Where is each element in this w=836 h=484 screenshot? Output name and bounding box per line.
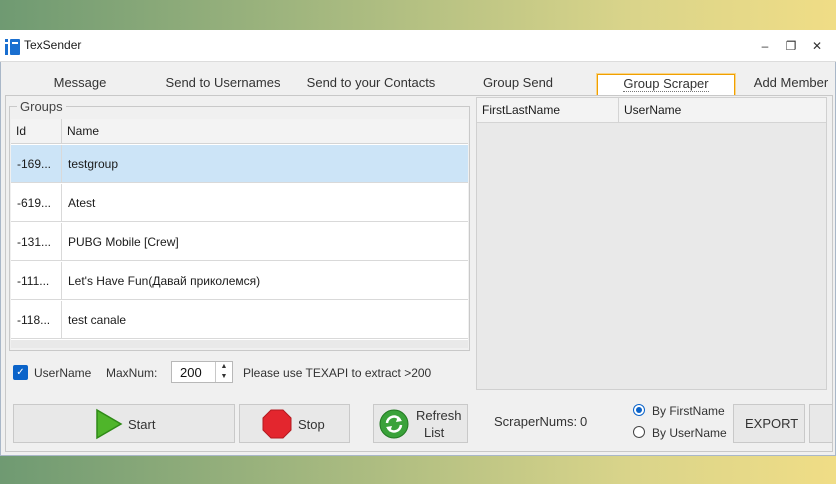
stepper-down-icon[interactable]: ▼	[215, 372, 232, 382]
column-header-firstlastname[interactable]: FirstLastName	[477, 98, 619, 122]
texapi-hint: Please use TEXAPI to extract >200	[243, 366, 432, 380]
groups-table-scroll-area[interactable]	[11, 340, 468, 348]
window-title: TexSender	[24, 38, 82, 52]
title-bar[interactable]	[0, 30, 836, 62]
table-row[interactable]: -131... PUBG Mobile [Crew]	[11, 223, 468, 261]
start-button-label: Start	[128, 417, 156, 432]
tab-group-scraper-label: Group Scraper	[623, 76, 709, 92]
table-row[interactable]: -111... Let's Have Fun(Давай приколемся)	[11, 262, 468, 300]
restore-icon[interactable]: ❐	[783, 38, 799, 54]
row-name: PUBG Mobile [Crew]	[68, 235, 179, 249]
stepper-up-icon[interactable]: ▲	[215, 362, 232, 372]
export-button[interactable]: EXPORT	[733, 404, 805, 443]
table-row[interactable]: -619... Atest	[11, 184, 468, 222]
groups-legend: Groups	[17, 99, 66, 114]
by-username-radio[interactable]	[633, 426, 645, 438]
tab-group-scraper[interactable]: Group Scraper	[597, 74, 735, 96]
by-firstname-radio[interactable]	[633, 404, 645, 416]
partial-button[interactable]	[809, 404, 833, 443]
export-button-label: EXPORT	[745, 416, 799, 431]
tab-send-to-contacts[interactable]: Send to your Contacts	[302, 74, 440, 96]
row-id: -111...	[11, 262, 62, 300]
row-name: Atest	[68, 196, 96, 210]
stop-button[interactable]: Stop	[239, 404, 350, 443]
refresh-label-line1: Refresh	[416, 408, 462, 423]
table-row[interactable]: -169... testgroup	[11, 145, 468, 183]
scraper-nums-value: 0	[580, 414, 588, 429]
row-id: -619...	[11, 184, 62, 222]
maxnum-label: MaxNum:	[106, 366, 158, 380]
column-header-username[interactable]: UserName	[619, 98, 826, 122]
start-button[interactable]: Start	[13, 404, 235, 443]
tab-send-to-usernames[interactable]: Send to Usernames	[162, 74, 284, 96]
table-row[interactable]: -118... test canale	[11, 301, 468, 339]
play-icon	[96, 408, 123, 440]
refresh-list-button[interactable]: Refresh List	[373, 404, 468, 443]
username-checkbox[interactable]: ✓	[13, 365, 28, 380]
by-username-label: By UserName	[652, 426, 727, 440]
tab-add-member[interactable]: Add Member	[748, 74, 834, 96]
row-name: test canale	[68, 313, 127, 327]
results-table[interactable]: FirstLastName UserName	[476, 97, 827, 390]
results-table-header: FirstLastName UserName	[477, 98, 826, 123]
username-checkbox-label: UserName	[34, 366, 92, 380]
row-name: testgroup	[68, 157, 119, 171]
close-icon[interactable]: ✕	[809, 38, 825, 54]
stop-button-label: Stop	[298, 417, 325, 432]
tab-message[interactable]: Message	[44, 74, 116, 96]
by-firstname-label: By FirstName	[652, 404, 725, 418]
column-header-name[interactable]: Name	[62, 119, 468, 143]
minimize-icon[interactable]: –	[757, 38, 773, 54]
maxnum-value: 200	[180, 365, 202, 380]
app-logo-icon	[5, 39, 20, 55]
refresh-label-line2: List	[424, 425, 445, 440]
row-id: -131...	[11, 223, 62, 261]
row-id: -118...	[11, 301, 62, 339]
groups-table-header: Id Name	[11, 119, 468, 144]
tab-group-send[interactable]: Group Send	[478, 74, 558, 96]
groups-table[interactable]: Id Name -169... testgroup -619... Atest …	[11, 119, 468, 348]
row-name: Let's Have Fun(Давай приколемся)	[68, 274, 261, 288]
column-header-id[interactable]: Id	[11, 119, 62, 143]
refresh-icon	[379, 409, 409, 439]
scraper-nums-label: ScraperNums:	[494, 414, 578, 429]
row-id: -169...	[11, 145, 62, 183]
stop-icon	[262, 409, 292, 439]
